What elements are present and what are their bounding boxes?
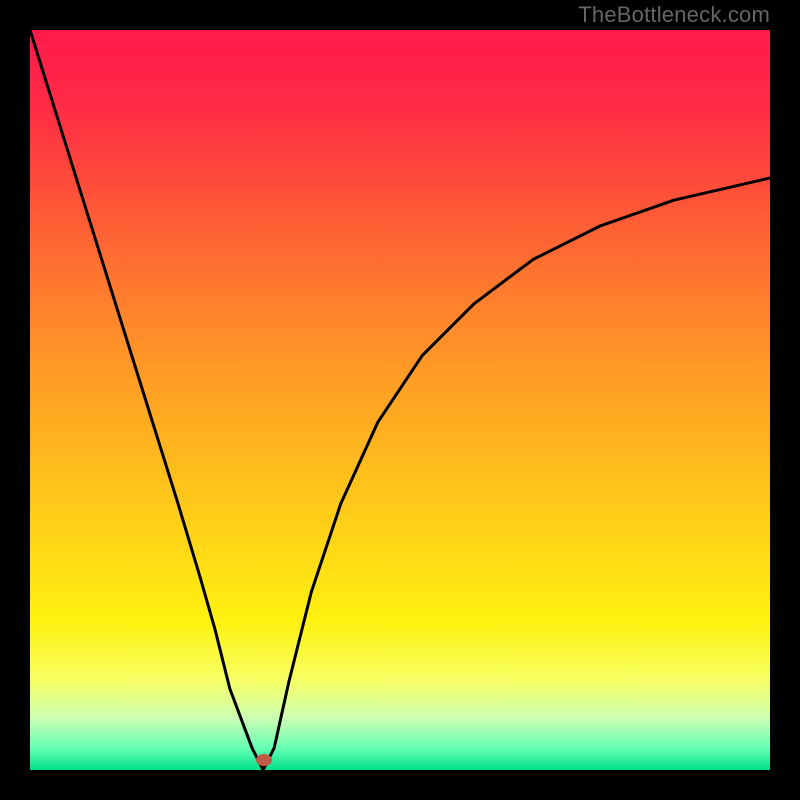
- chart-frame: TheBottleneck.com: [0, 0, 800, 800]
- optimal-marker: [256, 754, 272, 766]
- watermark-text: TheBottleneck.com: [578, 2, 770, 28]
- plot-background: [30, 30, 770, 770]
- bottleneck-plot: [0, 0, 800, 800]
